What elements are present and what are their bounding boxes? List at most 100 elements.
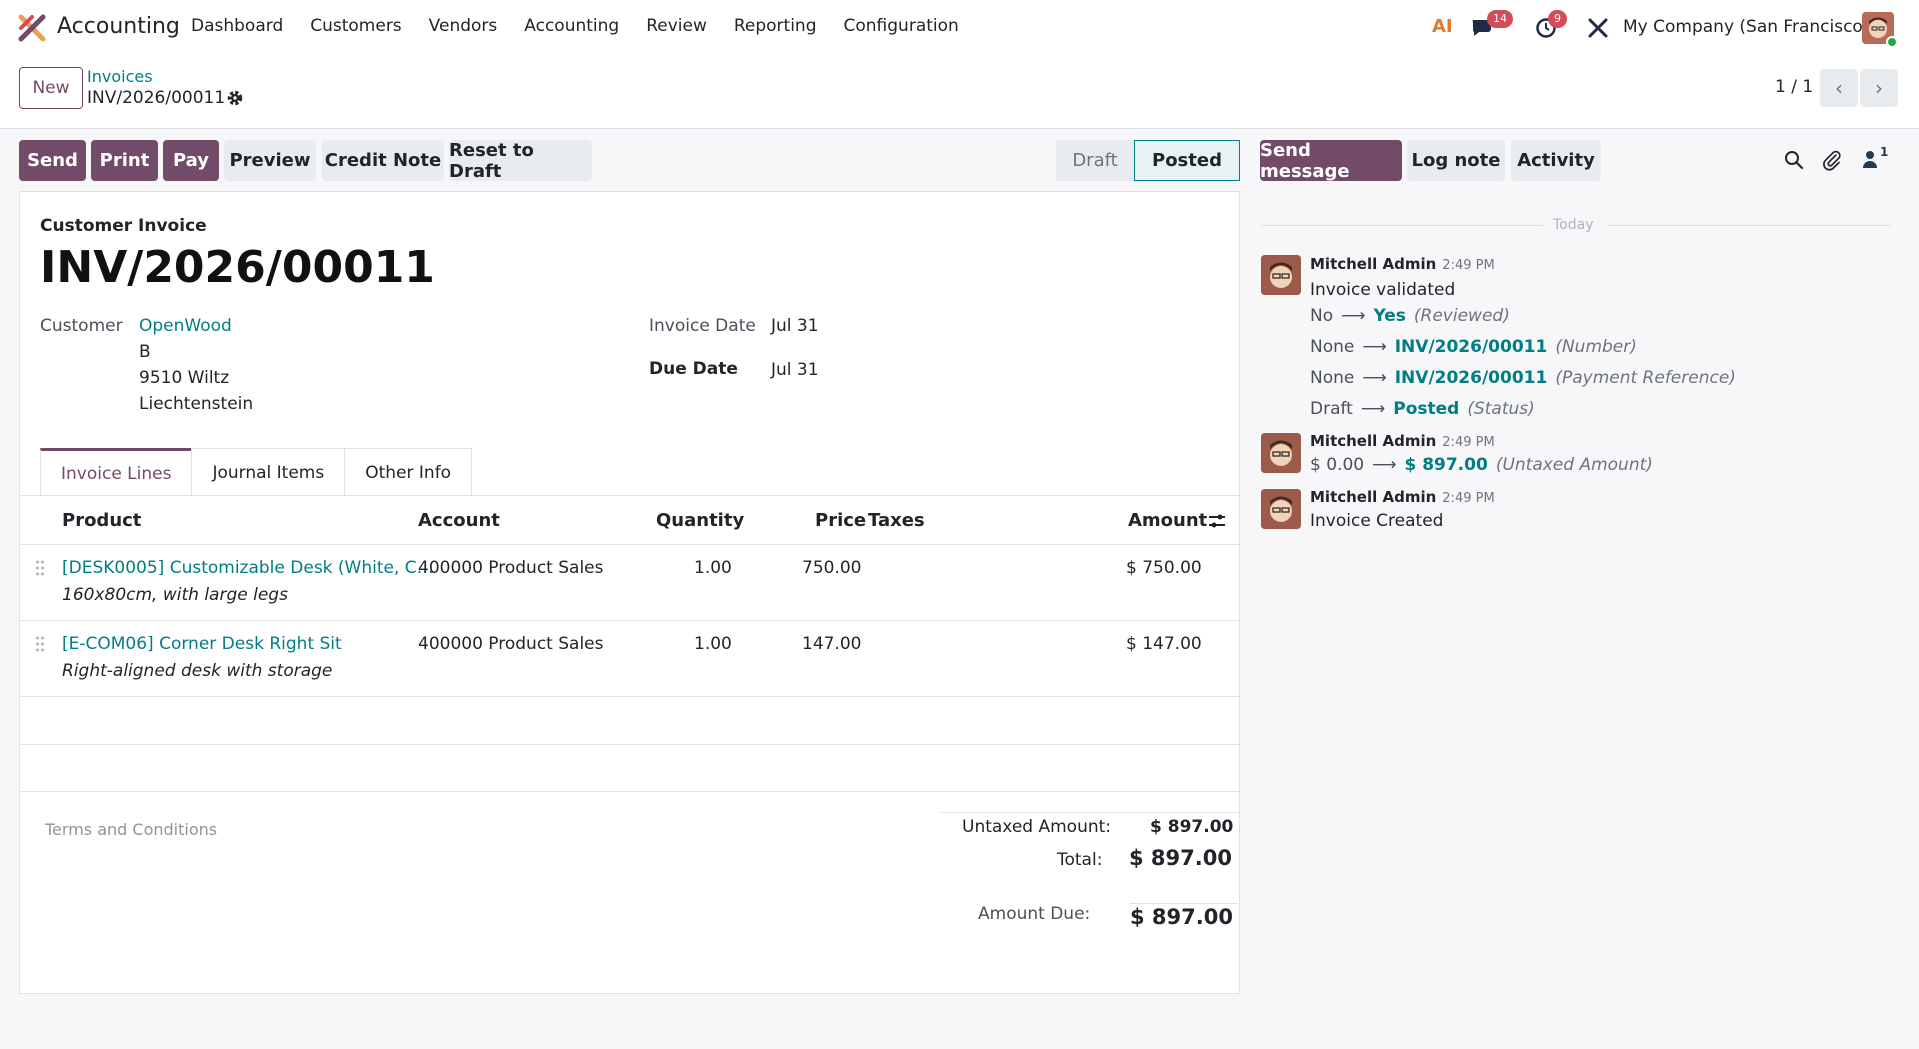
pager-value[interactable]: 1 / 1 bbox=[1775, 77, 1813, 97]
menu-reporting[interactable]: Reporting bbox=[734, 16, 817, 36]
notebook-tabs: Invoice Lines Journal Items Other Info bbox=[40, 448, 473, 496]
status-posted[interactable]: Posted bbox=[1134, 140, 1240, 181]
message-author-avatar[interactable] bbox=[1261, 255, 1301, 295]
main-menu: Dashboard Customers Vendors Accounting R… bbox=[191, 16, 986, 36]
customer-link[interactable]: OpenWood bbox=[139, 316, 232, 336]
activity-button[interactable]: Activity bbox=[1511, 140, 1601, 181]
tracking-value: None ⟶ INV/2026/00011 (Payment Reference) bbox=[1310, 368, 1736, 388]
gear-icon[interactable] bbox=[226, 89, 244, 107]
column-amount[interactable]: Amount bbox=[1128, 510, 1207, 531]
preview-button[interactable]: Preview bbox=[224, 140, 316, 181]
search-icon[interactable] bbox=[1784, 150, 1804, 170]
untaxed-amount-value: $ 897.00 bbox=[1150, 817, 1234, 837]
line-account[interactable]: 400000 Product Sales bbox=[418, 558, 604, 578]
tools-icon[interactable] bbox=[1587, 17, 1609, 39]
menu-review[interactable]: Review bbox=[646, 16, 707, 36]
line-amount: $ 750.00 bbox=[1126, 558, 1202, 578]
tracking-value: $ 0.00 ⟶ $ 897.00 (Untaxed Amount) bbox=[1310, 455, 1653, 475]
column-account[interactable]: Account bbox=[418, 510, 500, 531]
customer-label: Customer bbox=[40, 316, 123, 336]
menu-configuration[interactable]: Configuration bbox=[844, 16, 959, 36]
tab-invoice-lines[interactable]: Invoice Lines bbox=[40, 448, 193, 496]
control-panel bbox=[0, 56, 1919, 129]
app-name[interactable]: Accounting bbox=[57, 14, 180, 39]
reset-to-draft-button[interactable]: Reset to Draft bbox=[449, 140, 592, 182]
credit-note-button[interactable]: Credit Note bbox=[322, 140, 444, 181]
line-quantity[interactable]: 1.00 bbox=[694, 558, 732, 578]
line-product[interactable]: [DESK0005] Customizable Desk (White, C… bbox=[62, 558, 434, 578]
print-button[interactable]: Print bbox=[91, 140, 158, 181]
send-message-button[interactable]: Send message bbox=[1260, 140, 1402, 182]
totals-top-divider bbox=[941, 812, 1239, 813]
terms-conditions-field[interactable]: Terms and Conditions bbox=[45, 820, 217, 839]
message-author[interactable]: Mitchell Admin 2:49 PM bbox=[1310, 255, 1495, 273]
accounting-app-icon[interactable] bbox=[18, 14, 46, 42]
send-button[interactable]: Send bbox=[19, 140, 86, 181]
tab-other-info[interactable]: Other Info bbox=[344, 448, 473, 496]
amount-due-label: Amount Due: bbox=[978, 904, 1091, 924]
message-body: Invoice validated bbox=[1310, 280, 1456, 300]
line-amount: $ 147.00 bbox=[1126, 634, 1202, 654]
status-bar: Draft Posted bbox=[1056, 140, 1240, 181]
menu-dashboard[interactable]: Dashboard bbox=[191, 16, 283, 36]
invoice-form-sheet: Customer Invoice INV/2026/00011 Customer… bbox=[19, 191, 1240, 994]
column-settings-icon[interactable] bbox=[1208, 512, 1226, 530]
drag-handle-icon[interactable] bbox=[35, 636, 45, 652]
arrow-right-icon: ⟶ bbox=[1362, 368, 1387, 388]
due-date-label: Due Date bbox=[649, 359, 738, 379]
message-time: 2:49 PM bbox=[1442, 491, 1495, 506]
pager-previous-button[interactable]: ‹ bbox=[1820, 69, 1858, 107]
address-line-2: 9510 Wiltz bbox=[139, 368, 230, 388]
message-author[interactable]: Mitchell Admin 2:49 PM bbox=[1310, 432, 1495, 450]
online-status-icon bbox=[1886, 36, 1898, 48]
invoice-number: INV/2026/00011 bbox=[40, 242, 435, 293]
message-time: 2:49 PM bbox=[1442, 435, 1495, 450]
menu-customers[interactable]: Customers bbox=[310, 16, 401, 36]
message-author-avatar[interactable] bbox=[1261, 433, 1301, 473]
breadcrumb-invoices[interactable]: Invoices bbox=[87, 67, 153, 86]
line-account[interactable]: 400000 Product Sales bbox=[418, 634, 604, 654]
arrow-right-icon: ⟶ bbox=[1372, 455, 1397, 475]
line-quantity[interactable]: 1.00 bbox=[694, 634, 732, 654]
header-divider bbox=[20, 544, 1239, 545]
untaxed-amount-label: Untaxed Amount: bbox=[962, 817, 1112, 837]
line-price[interactable]: 147.00 bbox=[802, 634, 861, 654]
row-divider bbox=[20, 620, 1239, 621]
message-body: Invoice Created bbox=[1310, 511, 1444, 531]
total-label: Total: bbox=[1057, 850, 1103, 870]
chevron-left-icon: ‹ bbox=[1835, 76, 1843, 100]
pay-button[interactable]: Pay bbox=[163, 140, 219, 181]
message-author-avatar[interactable] bbox=[1261, 489, 1301, 529]
ai-icon[interactable]: AI bbox=[1432, 16, 1453, 37]
tracking-value: None ⟶ INV/2026/00011 (Number) bbox=[1310, 337, 1637, 357]
column-price[interactable]: Price bbox=[815, 510, 866, 531]
date-divider-left bbox=[1261, 225, 1543, 226]
invoice-date-field[interactable]: Jul 31 bbox=[771, 316, 819, 336]
activities-badge: 9 bbox=[1548, 10, 1567, 28]
due-date-field[interactable]: Jul 31 bbox=[771, 360, 819, 380]
drag-handle-icon[interactable] bbox=[35, 560, 45, 576]
company-switcher[interactable]: My Company (San Francisco) bbox=[1623, 17, 1869, 37]
line-price[interactable]: 750.00 bbox=[802, 558, 861, 578]
tracking-value: No ⟶ Yes (Reviewed) bbox=[1310, 306, 1510, 326]
menu-vendors[interactable]: Vendors bbox=[429, 16, 498, 36]
empty-row-divider bbox=[20, 791, 1239, 792]
column-taxes[interactable]: Taxes bbox=[868, 510, 925, 531]
followers-icon[interactable] bbox=[1862, 150, 1878, 168]
tab-journal-items[interactable]: Journal Items bbox=[191, 448, 346, 496]
date-divider-label: Today bbox=[1553, 217, 1594, 233]
tracking-value: Draft ⟶ Posted (Status) bbox=[1310, 399, 1535, 419]
top-navbar: Accounting Dashboard Customers Vendors A… bbox=[0, 0, 1919, 56]
pager-next-button[interactable]: › bbox=[1860, 69, 1898, 107]
paperclip-icon[interactable] bbox=[1822, 149, 1842, 171]
line-product[interactable]: [E-COM06] Corner Desk Right Sit bbox=[62, 634, 342, 654]
column-quantity[interactable]: Quantity bbox=[656, 510, 744, 531]
address-line-3: Liechtenstein bbox=[139, 394, 254, 414]
menu-accounting[interactable]: Accounting bbox=[524, 16, 619, 36]
column-product[interactable]: Product bbox=[62, 510, 141, 531]
log-note-button[interactable]: Log note bbox=[1407, 140, 1505, 181]
status-draft[interactable]: Draft bbox=[1056, 140, 1134, 181]
message-author[interactable]: Mitchell Admin 2:49 PM bbox=[1310, 488, 1495, 506]
new-button[interactable]: New bbox=[19, 67, 83, 109]
amount-due-divider bbox=[1130, 903, 1238, 904]
